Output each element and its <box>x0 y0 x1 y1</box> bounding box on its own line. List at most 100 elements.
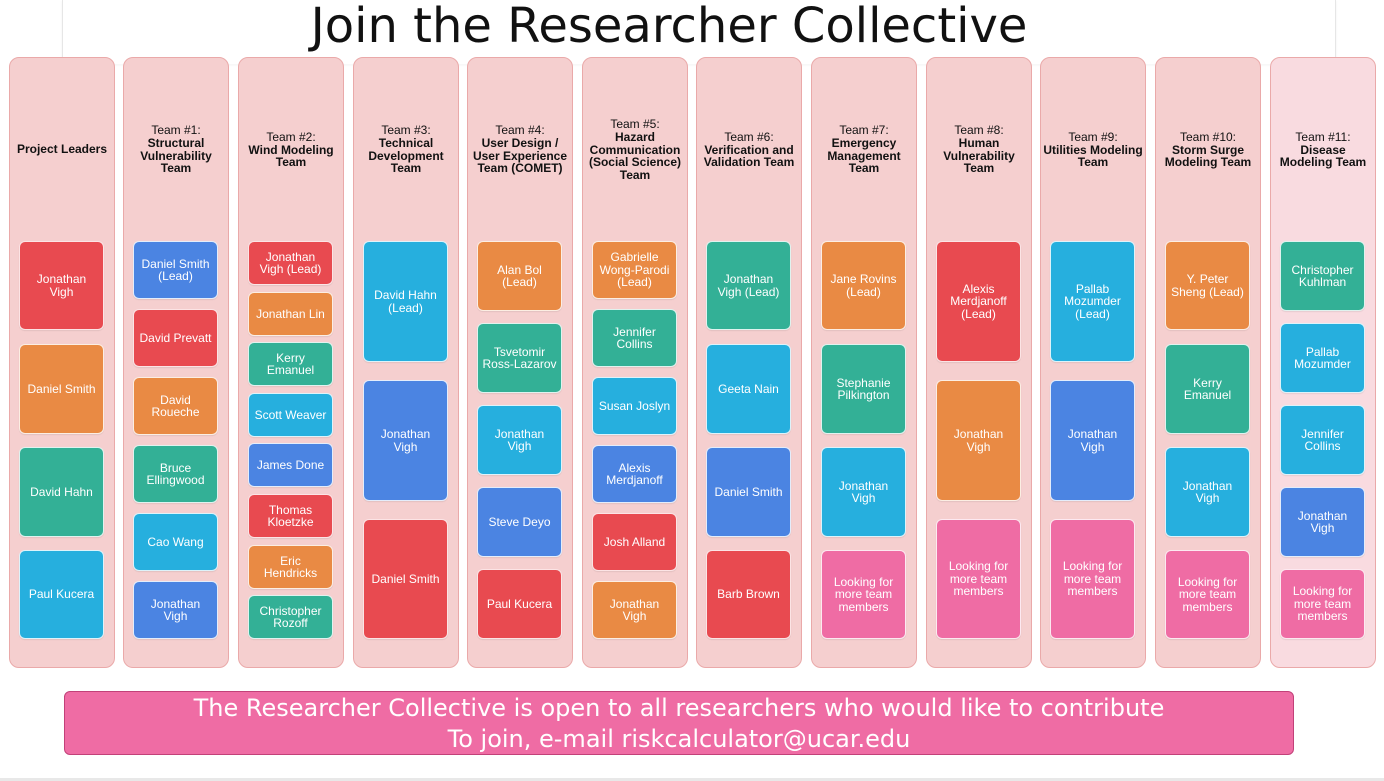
member-card: David Hahn (Lead) <box>363 241 448 362</box>
member-card: Josh Alland <box>592 513 677 571</box>
member-card: Geeta Nain <box>706 344 791 434</box>
team-name: Project Leaders <box>16 142 108 157</box>
team-column: Team #3: Technical Development Team David … <box>353 57 459 668</box>
member-card: Daniel Smith <box>363 519 448 639</box>
member-card: Pallab Mozumder (Lead) <box>1050 241 1135 362</box>
member-card: David Roueche <box>133 377 218 435</box>
member-card: Alexis Merdjanoff <box>592 445 677 503</box>
team-column: Team #1: Structural Vulnerability Team Dan… <box>123 57 229 668</box>
team-name: Wind Modeling Team <box>248 142 334 169</box>
member-card: Pallab Mozumder <box>1280 323 1365 393</box>
member-card: Y. Peter Sheng (Lead) <box>1165 241 1250 330</box>
team-number: Team #11: <box>1295 129 1351 144</box>
member-card: Scott Weaver <box>248 393 333 437</box>
join-banner: The Researcher Collective is open to all… <box>64 691 1294 755</box>
member-card: James Done <box>248 443 333 487</box>
team-name: Structural Vulnerability Team <box>140 136 212 176</box>
team-name: Human Vulnerability Team <box>943 136 1015 176</box>
member-card: David Hahn <box>19 447 104 537</box>
member-card: Looking for more team members <box>1165 550 1250 639</box>
member-card: Jennifer Collins <box>592 309 677 367</box>
member-card: Jonathan Vigh <box>363 380 448 501</box>
team-column: Team #7: Emergency Management Team Jane Ro… <box>811 57 917 668</box>
team-number: Team #6: <box>724 129 774 144</box>
member-card: Looking for more team members <box>936 519 1021 639</box>
team-column: Team #5: Hazard Communication (Social Sci… <box>582 57 688 668</box>
member-card: Jane Rovins (Lead) <box>821 241 906 330</box>
team-name: Utilities Modeling Team <box>1043 142 1143 169</box>
team-column: Project Leaders Jonathan Vigh Daniel Smith… <box>9 57 115 668</box>
team-header: Team #3: Technical Development Team <box>356 58 456 241</box>
member-card: Christopher Rozoff <box>248 595 333 639</box>
team-header: Project Leaders <box>12 58 112 241</box>
team-header: Team #2: Wind Modeling Team <box>241 58 341 241</box>
member-card: Kerry Emanuel <box>1165 344 1250 434</box>
team-name: Storm Surge Modeling Team <box>1164 142 1252 169</box>
member-card: Jonathan Vigh (Lead) <box>248 241 333 285</box>
team-header: Team #6: Verification and Validation Team <box>699 58 799 241</box>
banner-line-2: To join, e-mail riskcalculator@ucar.edu <box>447 725 911 753</box>
member-card: Looking for more team members <box>1280 569 1365 639</box>
member-card: Kerry Emanuel <box>248 342 333 386</box>
team-number: Team #9: <box>1068 129 1118 144</box>
member-card: Jonathan Lin <box>248 292 333 336</box>
member-card: Daniel Smith <box>706 447 791 537</box>
member-card: Looking for more team members <box>821 550 906 639</box>
member-card: Jonathan Vigh (Lead) <box>706 241 791 330</box>
member-card: Alexis Merdjanoff (Lead) <box>936 241 1021 362</box>
team-header: Team #8: Human Vulnerability Team <box>929 58 1029 241</box>
team-column: Team #8: Human Vulnerability Team Alexis M… <box>926 57 1032 668</box>
team-number: Team #10: <box>1179 129 1237 144</box>
team-name: User Design / User Experience Team (COME… <box>472 136 568 176</box>
team-header: Team #9: Utilities Modeling Team <box>1043 58 1143 241</box>
team-name: Verification and Validation Team <box>703 142 795 169</box>
team-column: Team #10: Storm Surge Modeling Team Y. Pet… <box>1155 57 1261 668</box>
team-name: Hazard Communication (Social Science) Te… <box>588 130 682 182</box>
member-card: Jonathan Vigh <box>477 405 562 475</box>
member-card: David Prevatt <box>133 309 218 367</box>
member-card: Daniel Smith (Lead) <box>133 241 218 299</box>
team-header: Team #5: Hazard Communication (Social Sci… <box>585 58 685 241</box>
team-header: Team #7: Emergency Management Team <box>814 58 914 241</box>
team-header: Team #4: User Design / User Experience Te… <box>470 58 570 241</box>
member-card: Tsvetomir Ross-Lazarov <box>477 323 562 393</box>
team-column: Team #9: Utilities Modeling Team Pallab Mo… <box>1040 57 1146 668</box>
team-name: Disease Modeling Team <box>1279 142 1367 169</box>
team-name: Emergency Management Team <box>827 136 901 176</box>
team-column: Team #6: Verification and Validation Team… <box>696 57 802 668</box>
member-card: Jonathan Vigh <box>19 241 104 330</box>
team-header: Team #10: Storm Surge Modeling Team <box>1158 58 1258 241</box>
team-column: Team #4: User Design / User Experience Te… <box>467 57 573 668</box>
member-card: Jonathan Vigh <box>592 581 677 639</box>
member-card: Barb Brown <box>706 550 791 639</box>
member-card: Looking for more team members <box>1050 519 1135 639</box>
member-card: Eric Hendricks <box>248 545 333 589</box>
team-column: Team #11: Disease Modeling Team Christophe… <box>1270 57 1376 668</box>
member-card: Gabrielle Wong-Parodi (Lead) <box>592 241 677 299</box>
member-card: Jonathan Vigh <box>1280 487 1365 557</box>
member-card: Bruce Ellingwood <box>133 445 218 503</box>
member-card: Jonathan Vigh <box>1050 380 1135 501</box>
member-card: Stephanie Pilkington <box>821 344 906 434</box>
team-header: Team #11: Disease Modeling Team <box>1273 58 1373 241</box>
member-card: Jonathan Vigh <box>821 447 906 537</box>
member-card: Paul Kucera <box>19 550 104 639</box>
member-card: Paul Kucera <box>477 569 562 639</box>
member-card: Alan Bol (Lead) <box>477 241 562 311</box>
member-card: Steve Deyo <box>477 487 562 557</box>
member-card: Cao Wang <box>133 513 218 571</box>
page-title: Join the Researcher Collective <box>310 0 1028 54</box>
member-card: Christopher Kuhlman <box>1280 241 1365 311</box>
team-number: Team #2: <box>266 129 316 144</box>
banner-line-1: The Researcher Collective is open to all… <box>193 694 1165 722</box>
member-card: Susan Joslyn <box>592 377 677 435</box>
member-card: Jennifer Collins <box>1280 405 1365 475</box>
team-column: Team #2: Wind Modeling Team Jonathan Vigh … <box>238 57 344 668</box>
member-card: Daniel Smith <box>19 344 104 434</box>
member-card: Jonathan Vigh <box>133 581 218 639</box>
member-card: Jonathan Vigh <box>936 380 1021 501</box>
team-name: Technical Development Team <box>368 136 444 176</box>
team-header: Team #1: Structural Vulnerability Team <box>126 58 226 241</box>
member-card: Jonathan Vigh <box>1165 447 1250 537</box>
member-card: Thomas Kloetzke <box>248 494 333 538</box>
